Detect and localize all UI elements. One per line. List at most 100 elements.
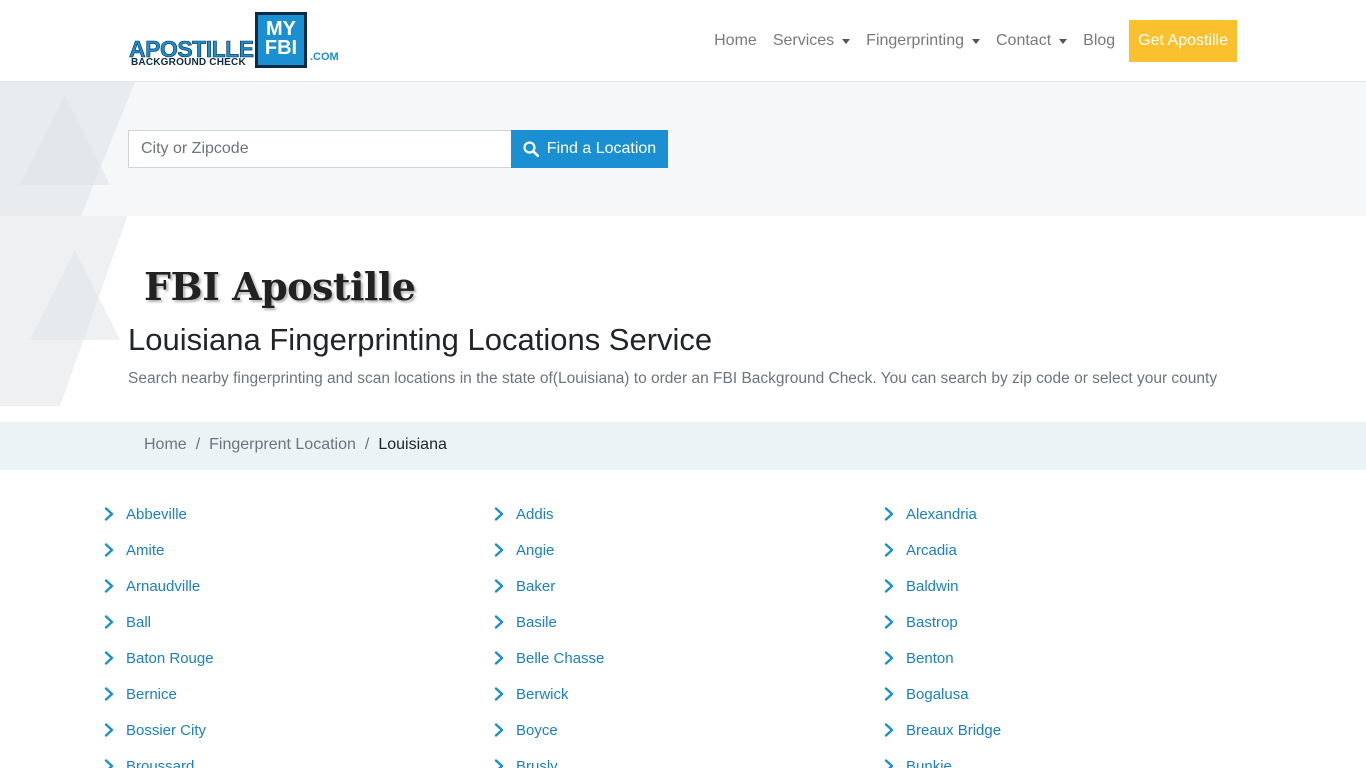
location-name: Ball [126,613,152,631]
location-name: Baker [516,577,556,595]
location-link[interactable]: Broussard [104,748,194,768]
logo-subtext: BACKGROUND CHECK [131,57,246,68]
location-link[interactable]: Bernice [104,676,177,712]
location-link[interactable]: Arnaudville [104,568,200,604]
location-name: Boyce [516,721,558,739]
breadcrumb-separator: / [195,436,201,453]
location-link[interactable]: Bossier City [104,712,206,748]
chevron-right-icon [494,579,504,593]
location-name: Alexandria [906,505,977,523]
main-nav: Home Services Fingerprinting Contact Blo… [698,20,1237,62]
nav-fingerprinting-label: Fingerprinting [866,32,964,49]
location-name: Bernice [126,685,177,703]
breadcrumb-home-link[interactable]: Home [144,436,187,454]
location-link[interactable]: Ball [104,604,151,640]
location-link[interactable]: Brusly [494,748,558,768]
chevron-right-icon [104,543,114,557]
chevron-right-icon [104,723,114,737]
location-name: Angie [516,541,555,559]
breadcrumb-separator: / [364,436,370,453]
location-name: Addis [516,505,554,523]
hero-section [0,216,1366,422]
nav-fingerprinting-dropdown[interactable]: Fingerprinting [866,32,980,50]
breadcrumb-fingerprint-location-link[interactable]: Fingerprent Location [209,436,356,454]
page-title: Louisiana Fingerprinting Locations Servi… [128,322,713,357]
location-link[interactable]: Baker [494,568,555,604]
chevron-right-icon [104,579,114,593]
location-link[interactable]: Alexandria [884,496,977,532]
location-name: Belle Chasse [516,649,605,667]
location-name: Arcadia [906,541,957,559]
chevron-right-icon [884,651,894,665]
location-name: Broussard [126,757,195,768]
chevron-right-icon [884,507,894,521]
location-link[interactable]: Bunkie [884,748,952,768]
location-link[interactable]: Breaux Bridge [884,712,1001,748]
location-link[interactable]: Basile [494,604,557,640]
chevron-right-icon [494,759,504,768]
chevron-right-icon [494,687,504,701]
chevron-right-icon [884,723,894,737]
site-header: APOSTILLE BACKGROUND CHECK MY FBI .COM H… [0,0,1366,82]
location-name: Breaux Bridge [906,721,1002,739]
location-link[interactable]: Belle Chasse [494,640,604,676]
nav-blog-link[interactable]: Blog [1083,32,1115,50]
nav-home-link[interactable]: Home [714,32,757,50]
breadcrumb-current: Louisiana [378,436,447,453]
chevron-right-icon [884,579,894,593]
site-logo[interactable]: APOSTILLE BACKGROUND CHECK MY FBI .COM [129,12,349,70]
location-name: Bunkie [906,757,952,768]
location-name: Abbeville [126,505,187,523]
chevron-right-icon [494,615,504,629]
location-link[interactable]: Addis [494,496,554,532]
chevron-right-icon [104,687,114,701]
location-link[interactable]: Baton Rouge [104,640,214,676]
chevron-right-icon [104,507,114,521]
location-link[interactable]: Arcadia [884,532,957,568]
location-link[interactable]: Berwick [494,676,569,712]
chevron-right-icon [494,543,504,557]
nav-contact-label: Contact [996,32,1052,49]
chevron-right-icon [494,507,504,521]
chevron-right-icon [884,687,894,701]
location-link[interactable]: Baldwin [884,568,959,604]
location-link[interactable]: Bastrop [884,604,958,640]
chevron-right-icon [104,651,114,665]
location-name: Benton [906,649,954,667]
find-location-button[interactable]: Find a Location [511,130,668,168]
location-link[interactable]: Abbeville [104,496,187,532]
location-name: Amite [126,541,165,559]
location-name: Basile [516,613,557,631]
location-link[interactable]: Amite [104,532,164,568]
nav-services-label: Services [772,32,835,49]
chevron-right-icon [494,723,504,737]
chevron-right-icon [884,615,894,629]
location-link[interactable]: Angie [494,532,554,568]
location-search-input[interactable] [128,130,512,168]
chevron-right-icon [104,759,114,768]
nav-contact-dropdown[interactable]: Contact [996,32,1068,50]
location-name: Baldwin [906,577,959,595]
location-link[interactable]: Boyce [494,712,558,748]
get-apostille-button[interactable]: Get Apostille [1129,20,1237,62]
caret-down-icon [1059,38,1068,44]
chevron-right-icon [494,651,504,665]
breadcrumb: Home / Fingerprent Location / Louisiana [144,436,447,454]
location-name: Berwick [516,685,569,703]
caret-down-icon [972,38,980,44]
logo-badge: MY FBI [255,12,307,68]
location-name: Bastrop [906,613,958,631]
chevron-right-icon [104,615,114,629]
location-link[interactable]: Benton [884,640,954,676]
nav-services-dropdown[interactable]: Services [772,32,851,50]
location-name: Bogalusa [906,685,969,703]
location-link[interactable]: Bogalusa [884,676,969,712]
logo-badge-line2: FBI [264,37,298,59]
brand-title: FBI Apostille [144,264,416,309]
search-icon [523,141,539,157]
location-name: Arnaudville [126,577,201,595]
chevron-right-icon [884,759,894,768]
location-name: Baton Rouge [126,649,214,667]
find-location-label: Find a Location [546,140,657,157]
caret-down-icon [842,38,851,44]
